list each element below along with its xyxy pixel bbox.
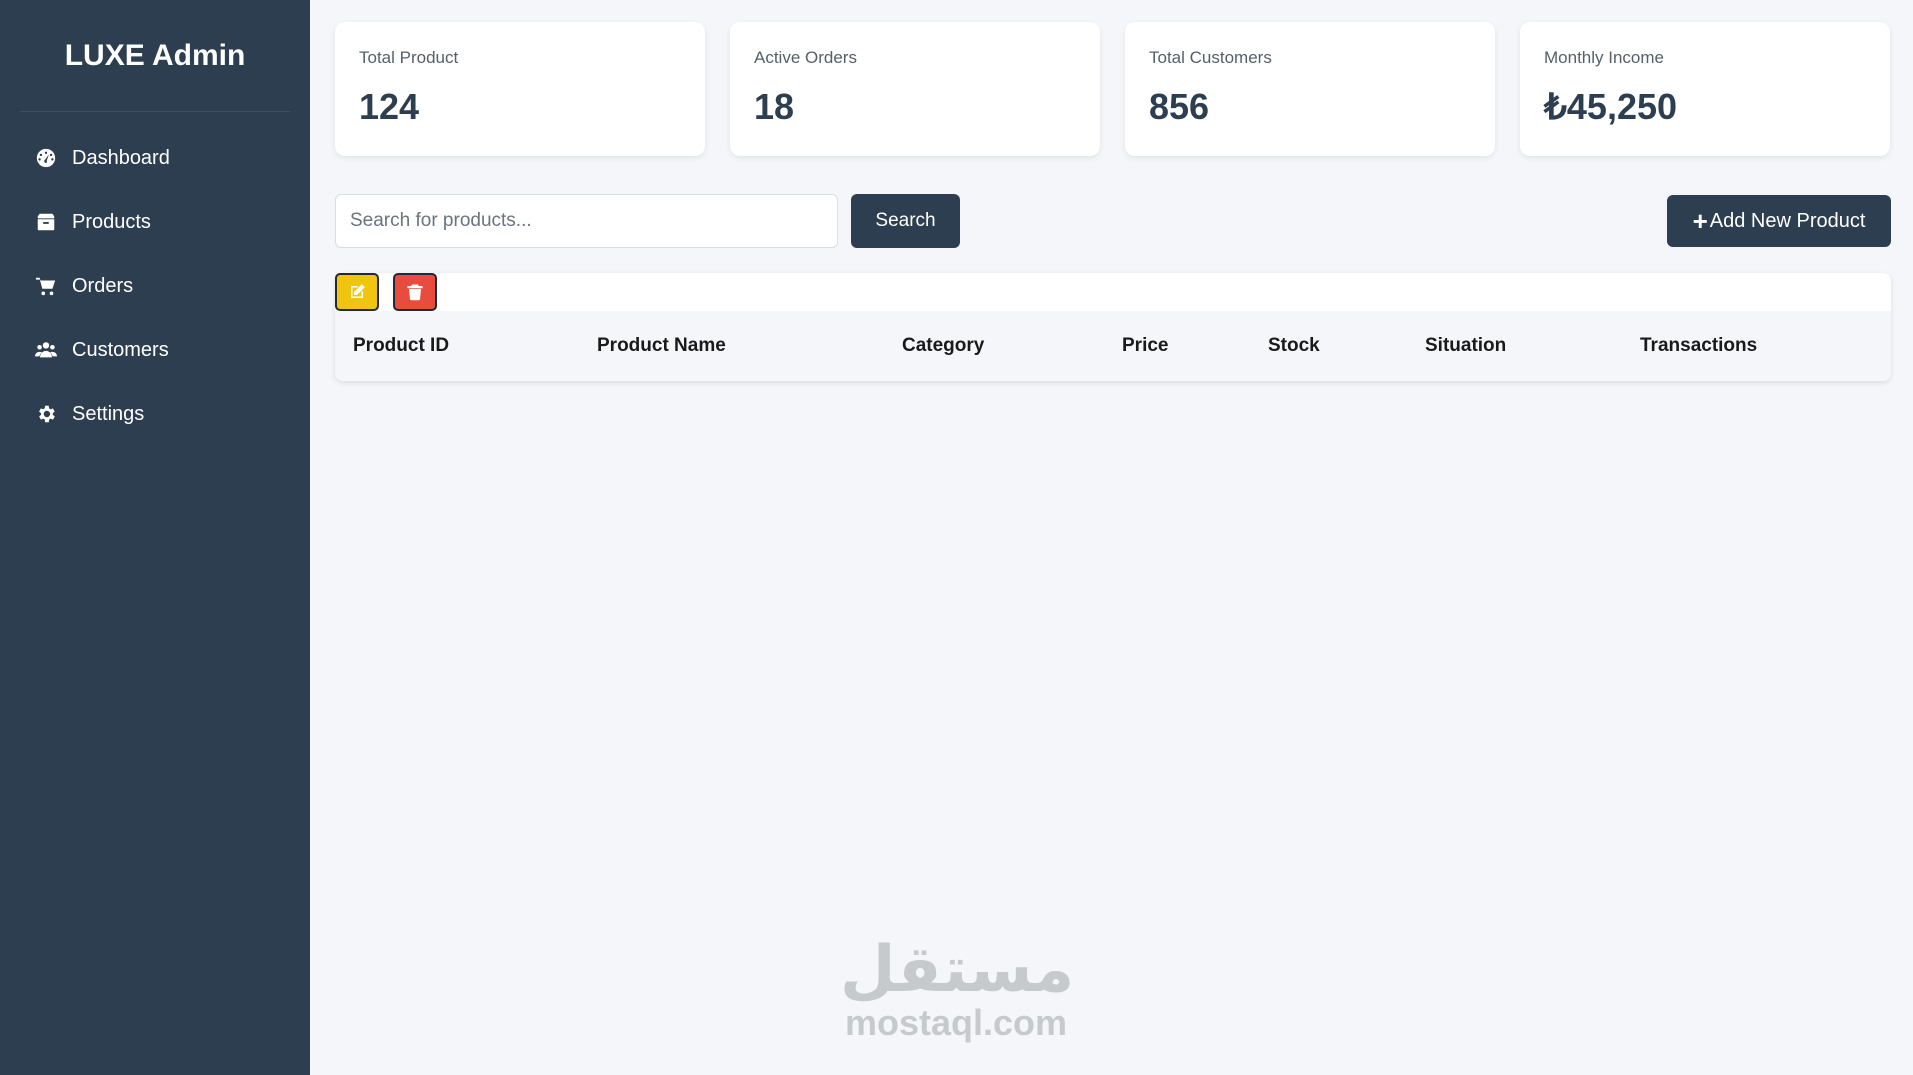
stat-label: Total Product [359, 48, 459, 67]
stat-label: Active Orders [754, 48, 857, 67]
plus-icon: + [1692, 206, 1708, 236]
stat-value: ₺45,250 [1544, 86, 1678, 127]
column-header[interactable]: Transactions [1640, 335, 1757, 357]
sidebar-item-products[interactable]: Products [0, 190, 310, 254]
table-header: Product ID Product Name Category Price S… [335, 311, 1891, 381]
brand-area: LUXE Admin [20, 0, 290, 112]
delete-button[interactable] [393, 273, 437, 311]
stat-value: 124 [359, 86, 420, 127]
sidebar-item-label: Orders [72, 274, 134, 297]
column-header[interactable]: Product ID [353, 335, 449, 357]
main-content: Total Product 124 Active Orders 18 Total… [310, 0, 1913, 1075]
gear-icon [34, 402, 58, 426]
search-button[interactable]: Search [851, 194, 960, 248]
column-header[interactable]: Price [1122, 335, 1168, 357]
sidebar-item-label: Dashboard [72, 146, 170, 169]
box-icon [34, 210, 58, 234]
add-product-label: Add New Product [1709, 209, 1866, 232]
watermark-latin: mostaql.com [844, 1002, 1068, 1043]
stat-card-total-customers: Total Customers 856 [1125, 22, 1495, 156]
stat-card-monthly-income: Monthly Income ₺45,250 [1520, 22, 1890, 156]
dashboard-gauge-icon [34, 146, 58, 170]
stat-card-active-orders: Active Orders 18 [730, 22, 1100, 156]
stats-cards: Total Product 124 Active Orders 18 Total… [335, 22, 1890, 156]
brand-title: LUXE Admin [64, 38, 246, 72]
cart-icon [34, 274, 58, 298]
sidebar-item-settings[interactable]: Settings [0, 382, 310, 446]
products-table: Product ID Product Name Category Price S… [335, 273, 1891, 381]
sidebar-item-orders[interactable]: Orders [0, 254, 310, 318]
product-toolbar: Search + Add New Product [335, 194, 1891, 248]
stat-value: 18 [754, 86, 795, 127]
column-header[interactable]: Stock [1268, 335, 1320, 357]
search-input[interactable] [335, 194, 838, 248]
sidebar-nav: Dashboard Products Orders Customers Sett… [0, 112, 310, 446]
users-icon [34, 338, 58, 362]
sidebar-item-customers[interactable]: Customers [0, 318, 310, 382]
trash-icon [406, 283, 424, 301]
column-header[interactable]: Situation [1425, 335, 1506, 357]
sidebar-item-label: Settings [72, 402, 145, 425]
watermark-arabic: مستقل [840, 933, 1075, 1007]
stat-value: 856 [1149, 86, 1210, 127]
add-product-button[interactable]: + Add New Product [1667, 195, 1891, 247]
edit-button[interactable] [335, 273, 379, 311]
stat-label: Total Customers [1149, 48, 1272, 67]
column-header[interactable]: Product Name [597, 335, 726, 357]
stat-label: Monthly Income [1544, 48, 1664, 67]
sidebar: LUXE Admin Dashboard Products Orders Cus… [0, 0, 310, 1075]
stat-card-total-product: Total Product 124 [335, 22, 705, 156]
sidebar-item-label: Products [72, 210, 151, 233]
column-header[interactable]: Category [902, 335, 984, 357]
sidebar-item-dashboard[interactable]: Dashboard [0, 126, 310, 190]
edit-icon [348, 283, 366, 301]
watermark-logo: مستقل mostaql.com [840, 933, 1075, 1043]
sidebar-item-label: Customers [72, 338, 169, 361]
